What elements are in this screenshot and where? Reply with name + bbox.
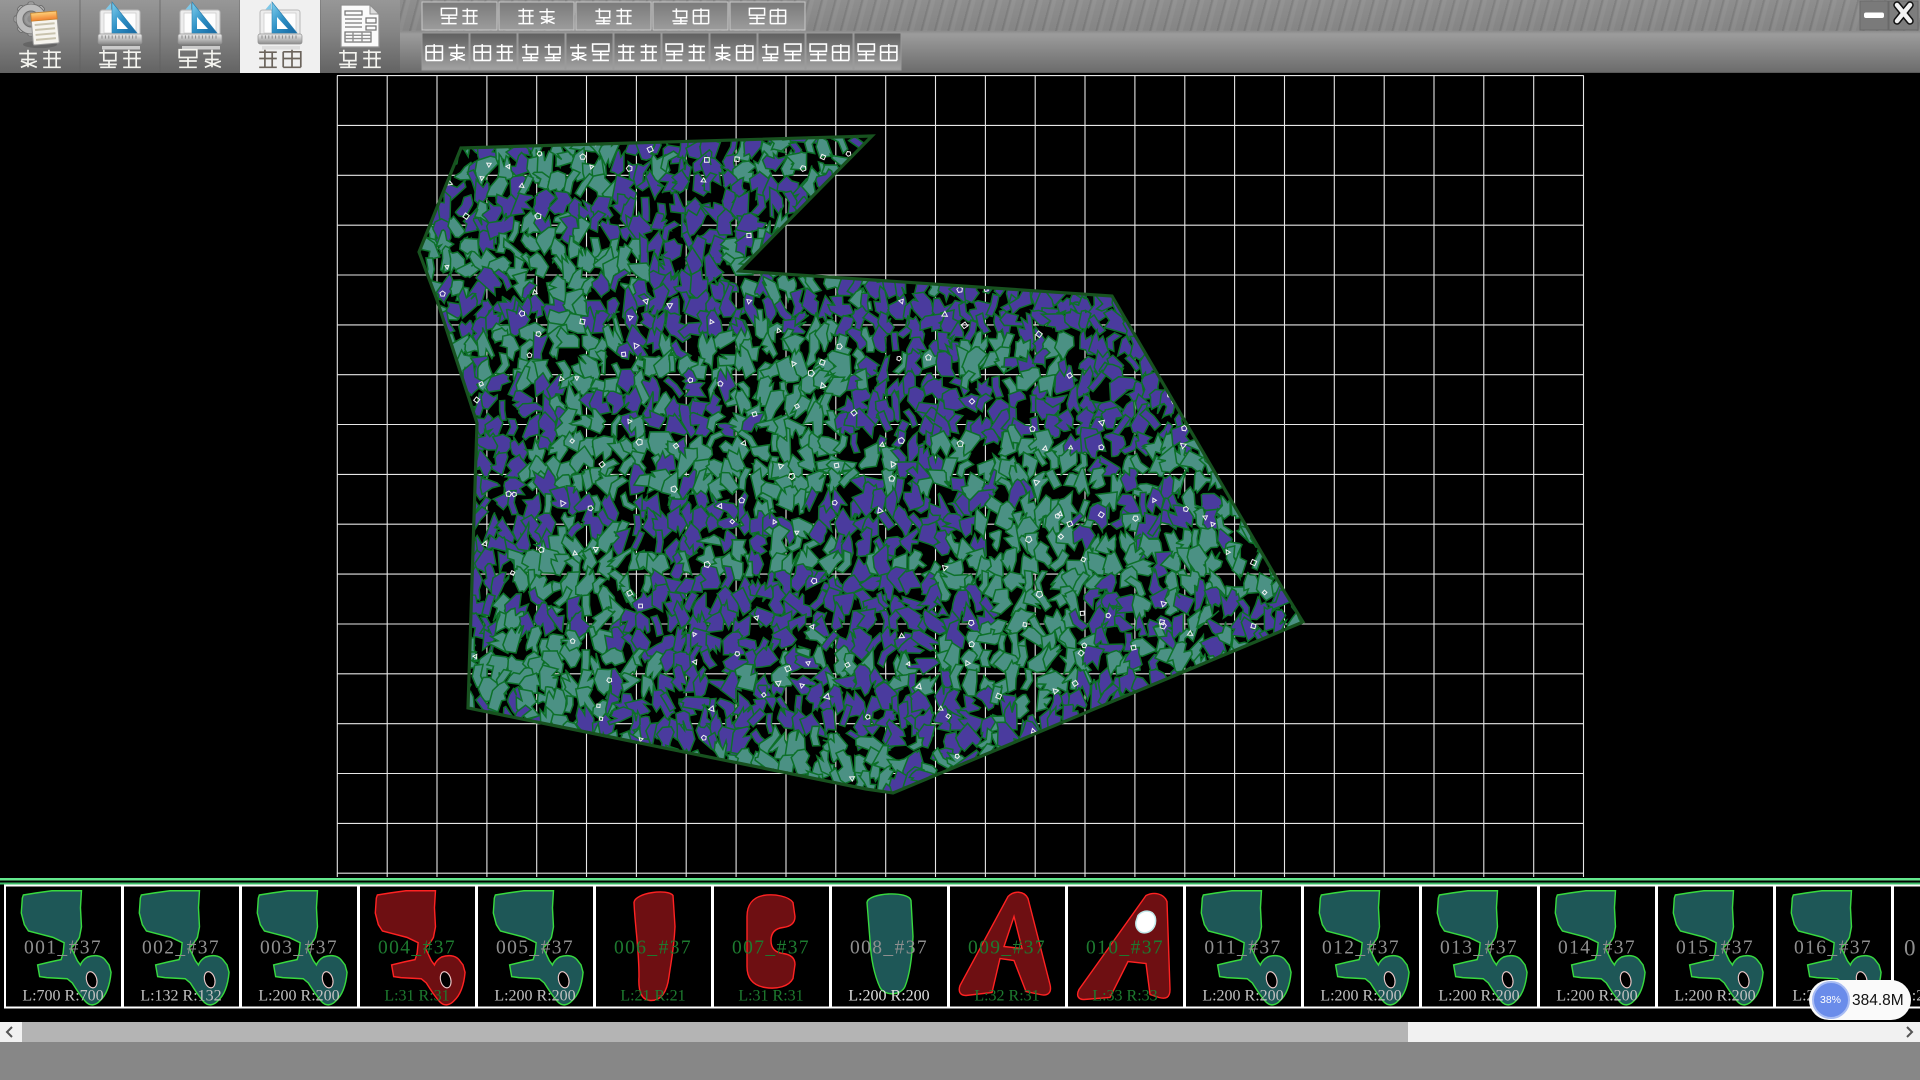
svg-text:384.8M: 384.8M: [1852, 992, 1904, 1009]
svg-text:L:200 R:200: L:200 R:200: [1438, 988, 1519, 1005]
svg-text:013_#37: 013_#37: [1440, 938, 1518, 959]
svg-text:010_#37: 010_#37: [1086, 938, 1164, 959]
svg-text:L:200 R:200: L:200 R:200: [1556, 988, 1637, 1005]
svg-text:008_#37: 008_#37: [850, 938, 928, 959]
svg-text:L:700 R:700: L:700 R:700: [22, 988, 103, 1005]
svg-text:016_#37: 016_#37: [1794, 938, 1872, 959]
svg-text:011_#37: 011_#37: [1204, 938, 1281, 959]
svg-text:L:200 R:200: L:200 R:200: [1320, 988, 1401, 1005]
svg-text:L:200 R:200: L:200 R:200: [848, 988, 929, 1005]
svg-text:L:132 R:132: L:132 R:132: [140, 988, 221, 1005]
svg-text:L:31 R:31: L:31 R:31: [384, 988, 449, 1005]
svg-text:L:33 R:33: L:33 R:33: [1092, 988, 1157, 1005]
svg-text:L:200 R:200: L:200 R:200: [1674, 988, 1755, 1005]
svg-text:012_#37: 012_#37: [1322, 938, 1400, 959]
svg-text:L:31 R:31: L:31 R:31: [738, 988, 803, 1005]
svg-text:L:21 R:21: L:21 R:21: [620, 988, 685, 1005]
svg-text:009_#37: 009_#37: [968, 938, 1046, 959]
svg-text:005_#37: 005_#37: [496, 938, 574, 959]
svg-text:L:200 R:200: L:200 R:200: [1202, 988, 1283, 1005]
svg-text:006_#37: 006_#37: [614, 938, 692, 959]
svg-text:L:200 R:200: L:200 R:200: [258, 988, 339, 1005]
svg-text:001_#37: 001_#37: [24, 938, 102, 959]
svg-text:007_#37: 007_#37: [732, 938, 810, 959]
svg-text:015_#37: 015_#37: [1676, 938, 1754, 959]
svg-text:014_#37: 014_#37: [1558, 938, 1636, 959]
svg-text:002_#37: 002_#37: [142, 938, 220, 959]
svg-text:004_#37: 004_#37: [378, 938, 456, 959]
svg-text:003_#37: 003_#37: [260, 938, 338, 959]
svg-text:L:200 R:200: L:200 R:200: [494, 988, 575, 1005]
svg-text:L:32 R:31: L:32 R:31: [974, 988, 1039, 1005]
svg-text:0: 0: [1904, 936, 1916, 961]
svg-text:38%: 38%: [1820, 994, 1841, 1006]
